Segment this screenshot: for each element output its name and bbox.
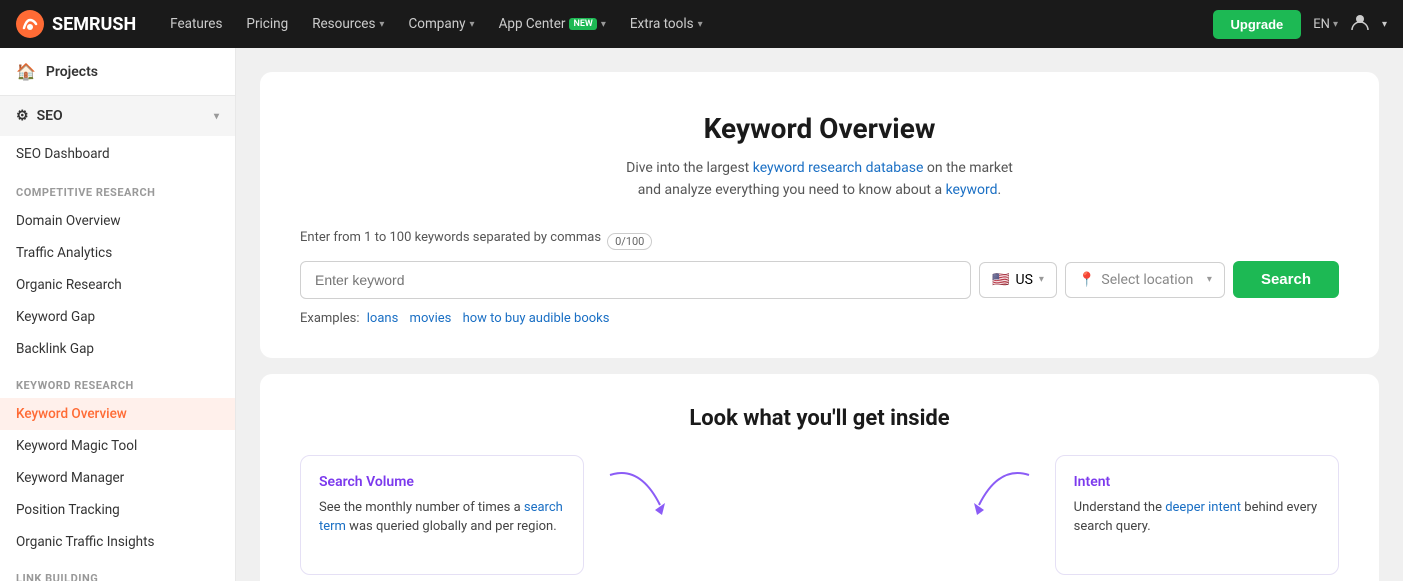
section-label-keyword-research: KEYWORD RESEARCH bbox=[0, 365, 235, 398]
keyword-overview-card: Keyword Overview Dive into the largest k… bbox=[260, 72, 1379, 358]
keyword-input-row: 🇺🇸 US ▾ 📍 Select location ▾ Search bbox=[300, 261, 1339, 299]
nav-extra-tools[interactable]: Extra tools ▾ bbox=[620, 10, 713, 38]
feature-card-intent: Intent Understand the deeper intent behi… bbox=[1055, 455, 1339, 575]
arrow-decoration bbox=[600, 455, 680, 575]
input-label-row: Enter from 1 to 100 keywords separated b… bbox=[300, 230, 1339, 253]
nav-company[interactable]: Company ▾ bbox=[398, 10, 484, 38]
location-pin-icon: 📍 bbox=[1078, 272, 1095, 288]
section-label-link-building: LINK BUILDING bbox=[0, 558, 235, 581]
main-layout: 🏠 Projects ⚙ SEO ▾ SEO Dashboard COMPETI… bbox=[0, 48, 1403, 581]
top-navigation: SEMRUSH Features Pricing Resources ▾ Com… bbox=[0, 0, 1403, 48]
middle-spacer bbox=[696, 455, 942, 575]
nav-resources[interactable]: Resources ▾ bbox=[302, 10, 394, 38]
chevron-down-icon: ▾ bbox=[470, 19, 475, 30]
sidebar-item-keyword-overview[interactable]: Keyword Overview bbox=[0, 398, 235, 430]
home-icon: 🏠 bbox=[16, 62, 36, 81]
curved-arrow-2-icon bbox=[959, 455, 1039, 535]
user-icon[interactable] bbox=[1350, 12, 1370, 36]
sidebar-projects[interactable]: 🏠 Projects bbox=[0, 48, 235, 96]
search-button[interactable]: Search bbox=[1233, 261, 1339, 298]
section-label-competitive: COMPETITIVE RESEARCH bbox=[0, 172, 235, 205]
sidebar-item-domain-overview[interactable]: Domain Overview bbox=[0, 205, 235, 237]
flag-icon: 🇺🇸 bbox=[992, 272, 1009, 288]
nav-features[interactable]: Features bbox=[160, 10, 232, 38]
sidebar-item-traffic-analytics[interactable]: Traffic Analytics bbox=[0, 237, 235, 269]
subtitle-line2: and analyze everything you need to know … bbox=[638, 182, 1001, 198]
sidebar-item-keyword-manager[interactable]: Keyword Manager bbox=[0, 462, 235, 494]
gear-icon: ⚙ bbox=[16, 108, 29, 124]
sidebar-item-keyword-gap[interactable]: Keyword Gap bbox=[0, 301, 235, 333]
location-selector[interactable]: 📍 Select location ▾ bbox=[1065, 262, 1225, 298]
example-movies[interactable]: movies bbox=[410, 311, 452, 326]
feature-card-search-volume: Search Volume See the monthly number of … bbox=[300, 455, 584, 575]
chevron-down-icon: ▾ bbox=[698, 19, 703, 30]
sidebar-item-position-tracking[interactable]: Position Tracking bbox=[0, 494, 235, 526]
sidebar: 🏠 Projects ⚙ SEO ▾ SEO Dashboard COMPETI… bbox=[0, 48, 236, 581]
chevron-down-icon: ▾ bbox=[1382, 19, 1387, 30]
examples-row: Examples: loans movies how to buy audibl… bbox=[300, 311, 1339, 326]
country-selector[interactable]: 🇺🇸 US ▾ bbox=[979, 262, 1057, 298]
upgrade-button[interactable]: Upgrade bbox=[1213, 10, 1302, 39]
chevron-down-icon: ▾ bbox=[1333, 19, 1338, 30]
feature-desc-intent: Understand the deeper intent behind ever… bbox=[1074, 498, 1320, 537]
sidebar-item-organic-traffic-insights[interactable]: Organic Traffic Insights bbox=[0, 526, 235, 558]
arrow-decoration-2 bbox=[959, 455, 1039, 575]
nav-links: Features Pricing Resources ▾ Company ▾ A… bbox=[160, 10, 1188, 38]
chevron-down-icon: ▾ bbox=[214, 111, 219, 122]
keyword-input[interactable] bbox=[300, 261, 971, 299]
page-title: Keyword Overview bbox=[300, 112, 1339, 145]
sidebar-item-seo-dashboard[interactable]: SEO Dashboard bbox=[0, 136, 235, 172]
look-inside-card: Look what you'll get inside Search Volum… bbox=[260, 374, 1379, 581]
keyword-counter: 0/100 bbox=[607, 233, 652, 250]
subtitle-line1: Dive into the largest keyword research d… bbox=[626, 160, 1013, 176]
example-loans[interactable]: loans bbox=[367, 311, 399, 326]
sidebar-item-backlink-gap[interactable]: Backlink Gap bbox=[0, 333, 235, 365]
language-selector[interactable]: EN ▾ bbox=[1313, 17, 1338, 32]
nav-app-center[interactable]: App Center new ▾ bbox=[489, 10, 616, 38]
main-content: Keyword Overview Dive into the largest k… bbox=[236, 48, 1403, 581]
feature-title-intent: Intent bbox=[1074, 474, 1320, 490]
nav-right: Upgrade EN ▾ ▾ bbox=[1213, 10, 1387, 39]
input-label: Enter from 1 to 100 keywords separated b… bbox=[300, 230, 601, 245]
feature-title-search-volume: Search Volume bbox=[319, 474, 565, 490]
sidebar-seo-section[interactable]: ⚙ SEO ▾ bbox=[0, 96, 235, 136]
new-badge: new bbox=[569, 18, 596, 30]
card-subtitle: Dive into the largest keyword research d… bbox=[300, 157, 1339, 202]
sidebar-item-keyword-magic-tool[interactable]: Keyword Magic Tool bbox=[0, 430, 235, 462]
chevron-down-icon: ▾ bbox=[601, 19, 606, 30]
nav-pricing[interactable]: Pricing bbox=[236, 10, 298, 38]
look-inside-title: Look what you'll get inside bbox=[300, 406, 1339, 431]
chevron-down-icon: ▾ bbox=[1039, 274, 1044, 285]
sidebar-item-organic-research[interactable]: Organic Research bbox=[0, 269, 235, 301]
features-row: Search Volume See the monthly number of … bbox=[300, 455, 1339, 575]
example-audible-books[interactable]: how to buy audible books bbox=[463, 311, 610, 326]
semrush-logo-icon bbox=[16, 10, 44, 38]
curved-arrow-icon bbox=[600, 455, 680, 535]
logo-text: SEMRUSH bbox=[52, 14, 136, 35]
logo[interactable]: SEMRUSH bbox=[16, 10, 136, 38]
examples-prefix: Examples: bbox=[300, 311, 360, 326]
chevron-down-icon: ▾ bbox=[379, 19, 384, 30]
feature-desc-search-volume: See the monthly number of times a search… bbox=[319, 498, 565, 537]
chevron-down-icon: ▾ bbox=[1207, 274, 1212, 285]
